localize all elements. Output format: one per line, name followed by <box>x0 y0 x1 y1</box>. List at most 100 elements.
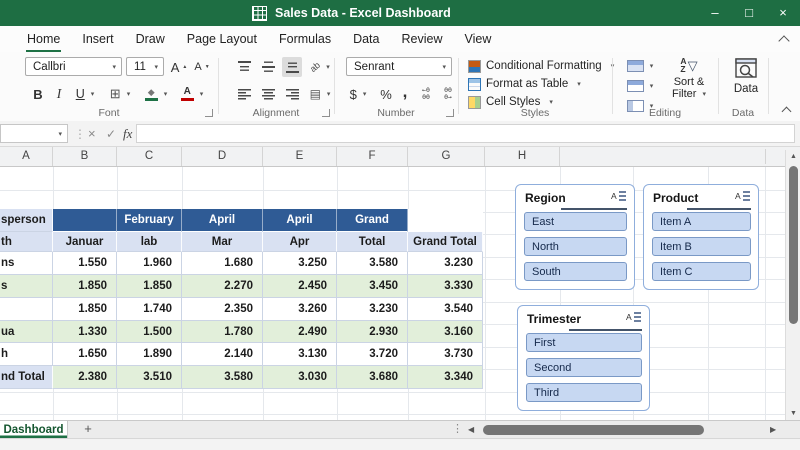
slicer-item-south[interactable]: South <box>524 262 627 281</box>
scroll-up-icon[interactable]: ▲ <box>786 153 800 160</box>
bold-button[interactable]: B <box>28 84 48 104</box>
slicer-item-north[interactable]: North <box>524 237 627 256</box>
enter-button[interactable]: ✓ <box>106 124 116 143</box>
sort-filter-button[interactable]: AZ ▽ Sort & Filter ▾ <box>662 54 716 106</box>
align-top-button[interactable] <box>234 57 254 77</box>
column-header-g[interactable]: G <box>408 147 485 166</box>
table-cell[interactable]: 1.890 <box>117 343 182 366</box>
table-cell[interactable]: 1.960 <box>117 252 182 275</box>
table-cell[interactable]: 1.850 <box>53 275 117 298</box>
table-total-cell[interactable]: 3.680 <box>337 366 408 389</box>
table-subheader-mar[interactable]: Mar <box>182 232 263 252</box>
scroll-down-icon[interactable]: ▼ <box>786 410 800 417</box>
name-box[interactable]: ▾ <box>0 124 68 143</box>
table-total-cell[interactable]: 3.580 <box>182 366 263 389</box>
align-middle-button[interactable] <box>258 57 278 77</box>
menu-tab-formulas[interactable]: Formulas <box>268 26 342 52</box>
vertical-scrollbar[interactable]: ▲ ▼ <box>785 150 800 420</box>
font-dialog-launcher-icon[interactable] <box>205 109 213 117</box>
decrease-decimal-button[interactable]: 00 0→ <box>438 84 458 104</box>
table-header-april[interactable]: April <box>263 209 337 232</box>
menu-tab-view[interactable]: View <box>453 26 502 52</box>
table-cell[interactable]: 3.230 <box>337 298 408 321</box>
align-center-button[interactable] <box>258 84 278 104</box>
column-header-h[interactable]: H <box>485 147 560 166</box>
table-header-grand[interactable]: Grand <box>337 209 408 232</box>
insert-function-button[interactable]: fx <box>123 124 132 143</box>
table-cell[interactable]: 3.330 <box>408 275 483 298</box>
table-cell[interactable]: 3.540 <box>408 298 483 321</box>
data-button[interactable]: Data <box>726 54 766 106</box>
column-header-b[interactable]: B <box>53 147 117 166</box>
menu-tab-review[interactable]: Review <box>390 26 453 52</box>
formula-input[interactable] <box>136 124 795 143</box>
table-header-april[interactable]: April <box>182 209 263 232</box>
table-cell[interactable]: 3.450 <box>337 275 408 298</box>
font-name-select[interactable]: Callbri ▾ <box>25 57 122 76</box>
borders-button[interactable]: ⊞ ▾ <box>104 84 136 104</box>
multi-select-filter-icon[interactable]: A <box>611 189 627 207</box>
vertical-scroll-thumb[interactable] <box>788 166 798 324</box>
table-cell[interactable]: 2.450 <box>263 275 337 298</box>
table-subheader-januar[interactable]: Januar <box>53 232 117 252</box>
table-subheader-lab[interactable]: lab <box>117 232 182 252</box>
menu-tab-data[interactable]: Data <box>342 26 390 52</box>
column-header-d[interactable]: D <box>182 147 263 166</box>
column-header-f[interactable]: F <box>337 147 408 166</box>
table-cell[interactable]: 2.270 <box>182 275 263 298</box>
slicer-item-first[interactable]: First <box>526 333 642 352</box>
multi-select-filter-icon[interactable]: A <box>626 310 642 328</box>
table-cell[interactable]: 1.850 <box>53 298 117 321</box>
table-cell[interactable]: 1.550 <box>53 252 117 275</box>
maximize-button[interactable]: □ <box>732 0 766 26</box>
cancel-button[interactable]: × <box>88 124 96 143</box>
slicer-item-item-a[interactable]: Item A <box>652 212 751 231</box>
align-right-button[interactable] <box>282 84 302 104</box>
table-subheader-grand-total[interactable]: Grand Total <box>408 232 483 252</box>
number-dialog-launcher-icon[interactable] <box>446 109 454 117</box>
percent-button[interactable]: % <box>376 84 396 104</box>
table-subheader-th[interactable]: th <box>0 232 53 252</box>
table-row-label[interactable]: ua <box>0 321 53 343</box>
table-cell[interactable]: 1.850 <box>117 275 182 298</box>
font-color-button[interactable]: A ▾ <box>176 84 208 104</box>
conditional-formatting-button[interactable]: Conditional Formatting ▾ <box>468 58 614 74</box>
slicer-item-item-b[interactable]: Item B <box>652 237 751 256</box>
table-cell[interactable]: 1.740 <box>117 298 182 321</box>
slicer-item-east[interactable]: East <box>524 212 627 231</box>
collapse-chevron-icon[interactable] <box>778 35 790 47</box>
sheet-tab-dashboard[interactable]: Dashboard <box>0 421 68 438</box>
table-cell[interactable]: 3.160 <box>408 321 483 343</box>
merge-center-button[interactable]: ▤ ▾ <box>306 84 334 104</box>
format-as-table-button[interactable]: Format as Table ▾ <box>468 76 581 92</box>
table-total-cell[interactable]: 2.380 <box>53 366 117 389</box>
table-cell[interactable]: 2.350 <box>182 298 263 321</box>
scroll-right-icon[interactable]: ▶ <box>770 425 776 434</box>
table-total-cell[interactable]: 3.340 <box>408 366 483 389</box>
shrink-font-button[interactable]: A ▼ <box>192 57 212 77</box>
scroll-left-icon[interactable]: ◀ <box>468 425 474 434</box>
table-header-blank[interactable] <box>408 209 483 232</box>
table-row-label[interactable]: s <box>0 275 53 298</box>
comma-style-button[interactable]: , <box>398 82 412 102</box>
menu-tab-insert[interactable]: Insert <box>71 26 124 52</box>
table-subheader-apr[interactable]: Apr <box>263 232 337 252</box>
align-bottom-button[interactable] <box>282 57 302 77</box>
table-cell[interactable]: 3.230 <box>408 252 483 275</box>
table-row-label[interactable]: h <box>0 343 53 366</box>
slicer-item-second[interactable]: Second <box>526 358 642 377</box>
slicer-item-third[interactable]: Third <box>526 383 642 402</box>
table-cell[interactable]: 1.330 <box>53 321 117 343</box>
new-sheet-button[interactable]: + <box>78 421 98 438</box>
grow-font-button[interactable]: A ▲ <box>168 57 190 77</box>
increase-decimal-button[interactable]: ←0 00 <box>416 84 436 104</box>
menu-tab-page-layout[interactable]: Page Layout <box>176 26 268 52</box>
table-corner-header[interactable]: sperson <box>0 209 53 232</box>
table-header-february[interactable]: February <box>117 209 182 232</box>
table-total-cell[interactable]: 3.030 <box>263 366 337 389</box>
column-header-c[interactable]: C <box>117 147 182 166</box>
orientation-button[interactable]: ab ▾ <box>306 57 334 77</box>
multi-select-filter-icon[interactable]: A <box>735 189 751 207</box>
minimize-button[interactable]: – <box>698 0 732 26</box>
align-left-button[interactable] <box>234 84 254 104</box>
